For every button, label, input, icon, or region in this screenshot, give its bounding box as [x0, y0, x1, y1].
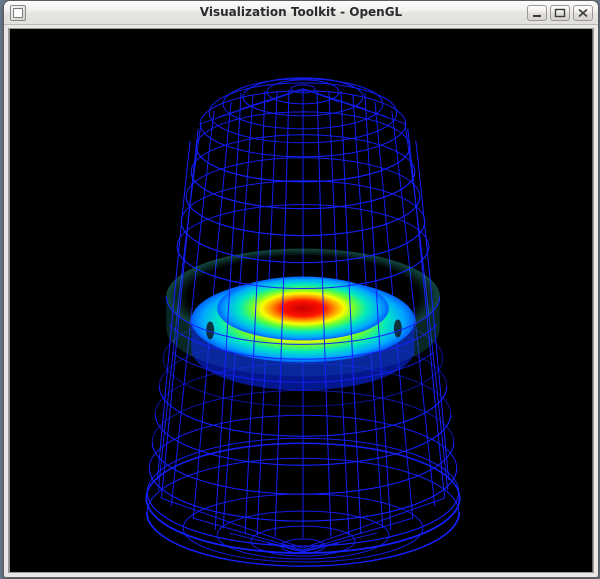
close-button[interactable] [573, 5, 593, 21]
render-surface [9, 29, 593, 572]
minimize-icon [531, 8, 543, 18]
app-icon [10, 5, 26, 21]
opengl-viewport[interactable] [8, 28, 594, 573]
titlebar[interactable]: Visualization Toolkit - OpenGL [4, 1, 598, 25]
maximize-button[interactable] [550, 5, 570, 21]
close-icon [577, 8, 589, 18]
application-window: Visualization Toolkit - OpenGL [3, 0, 599, 578]
maximize-icon [554, 8, 566, 18]
window-buttons [527, 5, 598, 21]
window-title: Visualization Toolkit - OpenGL [4, 1, 598, 24]
minimize-button[interactable] [527, 5, 547, 21]
